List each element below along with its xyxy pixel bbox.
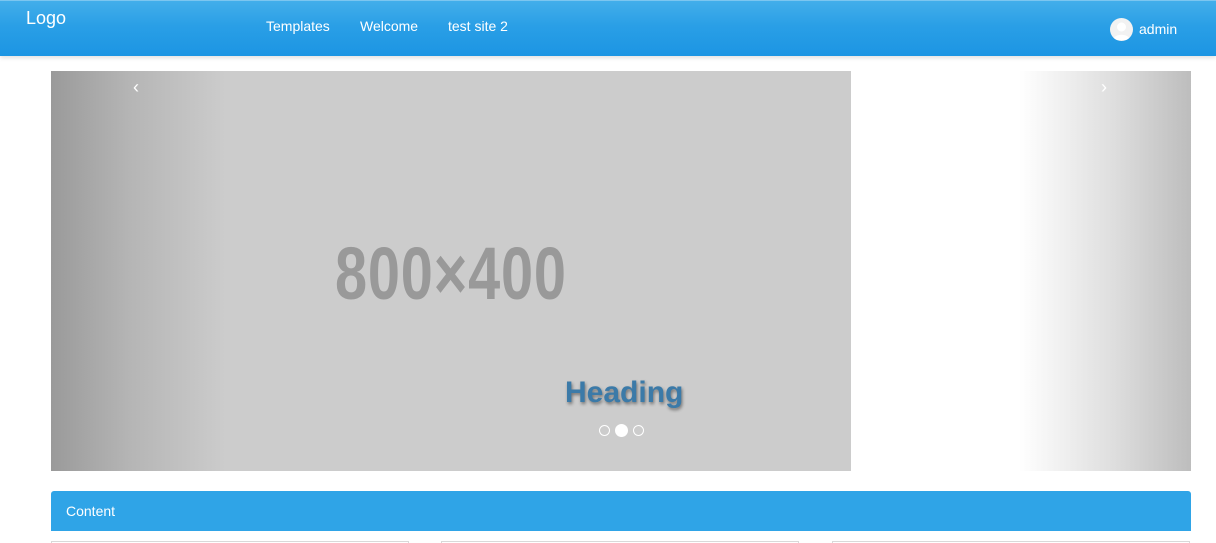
- user-menu[interactable]: admin: [1110, 17, 1177, 41]
- logo[interactable]: Logo: [26, 8, 66, 29]
- carousel-left-shade: [51, 71, 226, 471]
- chevron-right-icon[interactable]: ›: [1094, 77, 1114, 97]
- carousel-caption-heading: Heading: [565, 376, 684, 409]
- user-name: admin: [1139, 21, 1178, 37]
- carousel-indicator-1[interactable]: [599, 424, 610, 436]
- carousel-right-shade: [1019, 71, 1191, 471]
- user-avatar-icon: [1110, 17, 1133, 41]
- panel-title: Content: [66, 503, 116, 519]
- carousel-indicator-3[interactable]: [633, 424, 644, 436]
- placeholder-dimensions-text: 800×400: [335, 232, 567, 315]
- image-carousel: 800×400 Heading ‹ ›: [51, 71, 1191, 471]
- carousel-slide-image: 800×400 Heading: [51, 71, 851, 471]
- content-panel-header: Content: [51, 491, 1191, 531]
- chevron-left-icon[interactable]: ‹: [126, 77, 146, 97]
- carousel-indicators: [599, 423, 649, 437]
- nav-item-welcome[interactable]: Welcome: [360, 18, 418, 34]
- top-navbar: Logo Templates Welcome test site 2 admin: [0, 0, 1216, 56]
- nav-item-templates[interactable]: Templates: [266, 18, 330, 34]
- carousel-indicator-2[interactable]: [615, 423, 628, 437]
- nav-item-test-site-2[interactable]: test site 2: [448, 18, 508, 34]
